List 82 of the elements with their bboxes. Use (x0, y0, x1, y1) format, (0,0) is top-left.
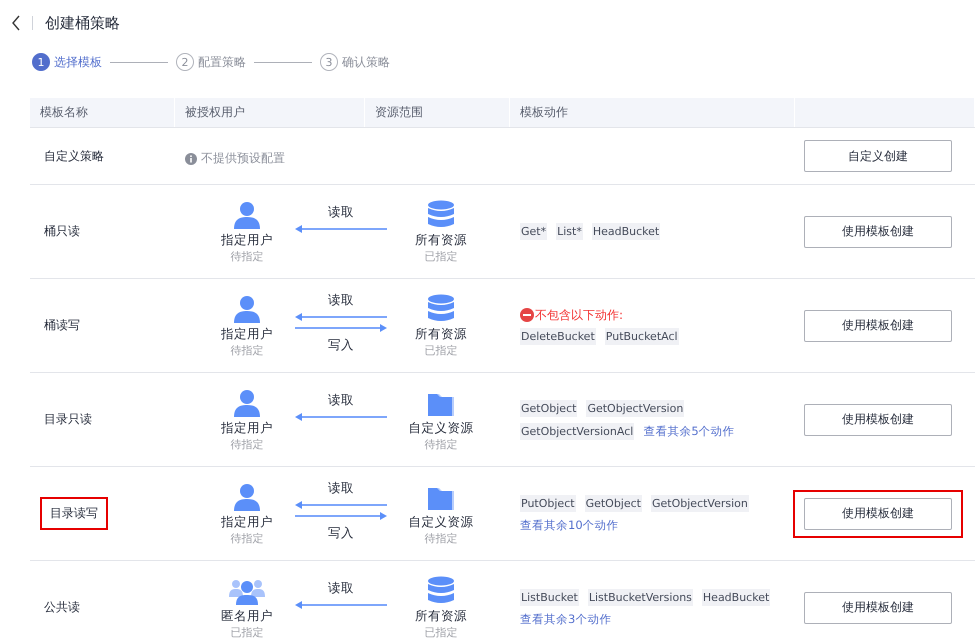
action-tag: HeadBucket (702, 588, 770, 606)
template-name: 目录读写 (40, 497, 108, 530)
person-icon (233, 389, 261, 417)
info-icon (185, 152, 197, 164)
more-actions-link[interactable]: 查看其余10个动作 (520, 518, 619, 532)
action-tag: ListBucket (520, 588, 579, 606)
minus-circle-icon (520, 308, 534, 322)
flow-label: 写入 (328, 524, 354, 542)
column-header: 被授权用户 (175, 98, 365, 127)
user-label: 指定用户 (221, 325, 273, 343)
step-label: 选择模板 (54, 54, 102, 70)
status-text: 已指定 (424, 625, 458, 640)
status-text: 待指定 (230, 531, 264, 546)
create-button[interactable]: 使用模板创建 (804, 404, 952, 436)
action-tag: GetObject (584, 494, 642, 512)
step-label: 配置策略 (198, 54, 246, 70)
column-header: 资源范围 (365, 98, 510, 127)
action-tag: HeadBucket (592, 223, 660, 240)
people-group-icon (229, 577, 265, 605)
more-actions-link[interactable]: 查看其余3个动作 (520, 612, 612, 626)
folder-icon (427, 391, 455, 417)
create-button[interactable]: 使用模板创建 (804, 498, 952, 530)
column-header: 模板动作 (510, 98, 795, 127)
template-name: 桶只读 (43, 223, 81, 240)
flow-label: 读取 (328, 578, 354, 596)
flow-label: 读取 (328, 479, 354, 497)
status-text: 待指定 (230, 437, 264, 452)
flow-label: 读取 (328, 202, 354, 220)
step-number: 1 (32, 53, 50, 71)
resource-label: 所有资源 (415, 607, 467, 625)
person-icon (233, 483, 261, 511)
action-tag: PutObject (520, 494, 576, 512)
page-title: 创建桶策略 (45, 14, 120, 32)
folder-icon (427, 485, 455, 511)
database-icon (427, 200, 455, 229)
user-label: 指定用户 (221, 231, 273, 249)
database-icon (427, 294, 455, 323)
template-name: 公共读 (43, 599, 81, 616)
back-icon (11, 15, 21, 31)
create-button[interactable]: 使用模板创建 (804, 310, 952, 342)
database-icon (427, 576, 455, 605)
status-text: 待指定 (424, 437, 458, 452)
step-number: 3 (320, 53, 338, 71)
action-tag: GetObject (520, 400, 578, 416)
action-tag: PutBucketAcl (604, 328, 679, 344)
status-text: 待指定 (230, 249, 264, 264)
status-text: 已指定 (230, 625, 264, 640)
step-label: 确认策略 (342, 54, 390, 70)
status-text: 已指定 (424, 249, 458, 264)
user-label: 指定用户 (221, 419, 273, 437)
note-text: 不提供预设配置 (201, 150, 285, 167)
step-number: 2 (176, 53, 194, 71)
column-header: 模板名称 (30, 98, 175, 127)
create-button[interactable]: 使用模板创建 (804, 592, 952, 624)
person-icon (233, 201, 261, 229)
action-tag: List* (556, 223, 583, 240)
action-tag: GetObjectVersionAcl (520, 422, 634, 440)
flow-label: 读取 (328, 390, 354, 408)
resource-label: 自定义资源 (408, 513, 474, 531)
template-name: 桶读写 (43, 317, 81, 334)
resource-label: 所有资源 (415, 325, 467, 343)
action-tag: DeleteBucket (520, 328, 596, 344)
status-text: 待指定 (230, 343, 264, 358)
status-text: 待指定 (424, 531, 458, 546)
action-tag: Get* (520, 223, 548, 240)
resource-label: 自定义资源 (408, 419, 474, 437)
flow-label: 写入 (328, 336, 354, 354)
action-tag: GetObjectVersion (586, 400, 684, 416)
action-tag: ListBucketVersions (588, 588, 693, 606)
status-text: 已指定 (424, 343, 458, 358)
flow-label: 读取 (328, 291, 354, 309)
warning-text: 不包含以下动作: (535, 306, 624, 324)
create-button[interactable]: 使用模板创建 (804, 216, 952, 248)
resource-label: 所有资源 (415, 231, 467, 249)
person-icon (233, 295, 261, 323)
user-label: 匿名用户 (221, 607, 273, 625)
create-button[interactable]: 自定义创建 (804, 140, 952, 172)
user-label: 指定用户 (221, 513, 273, 531)
template-name: 目录只读 (43, 411, 93, 428)
template-name: 自定义策略 (43, 148, 105, 164)
more-actions-link[interactable]: 查看其余5个动作 (643, 424, 735, 438)
action-tag: GetObjectVersion (651, 494, 749, 512)
